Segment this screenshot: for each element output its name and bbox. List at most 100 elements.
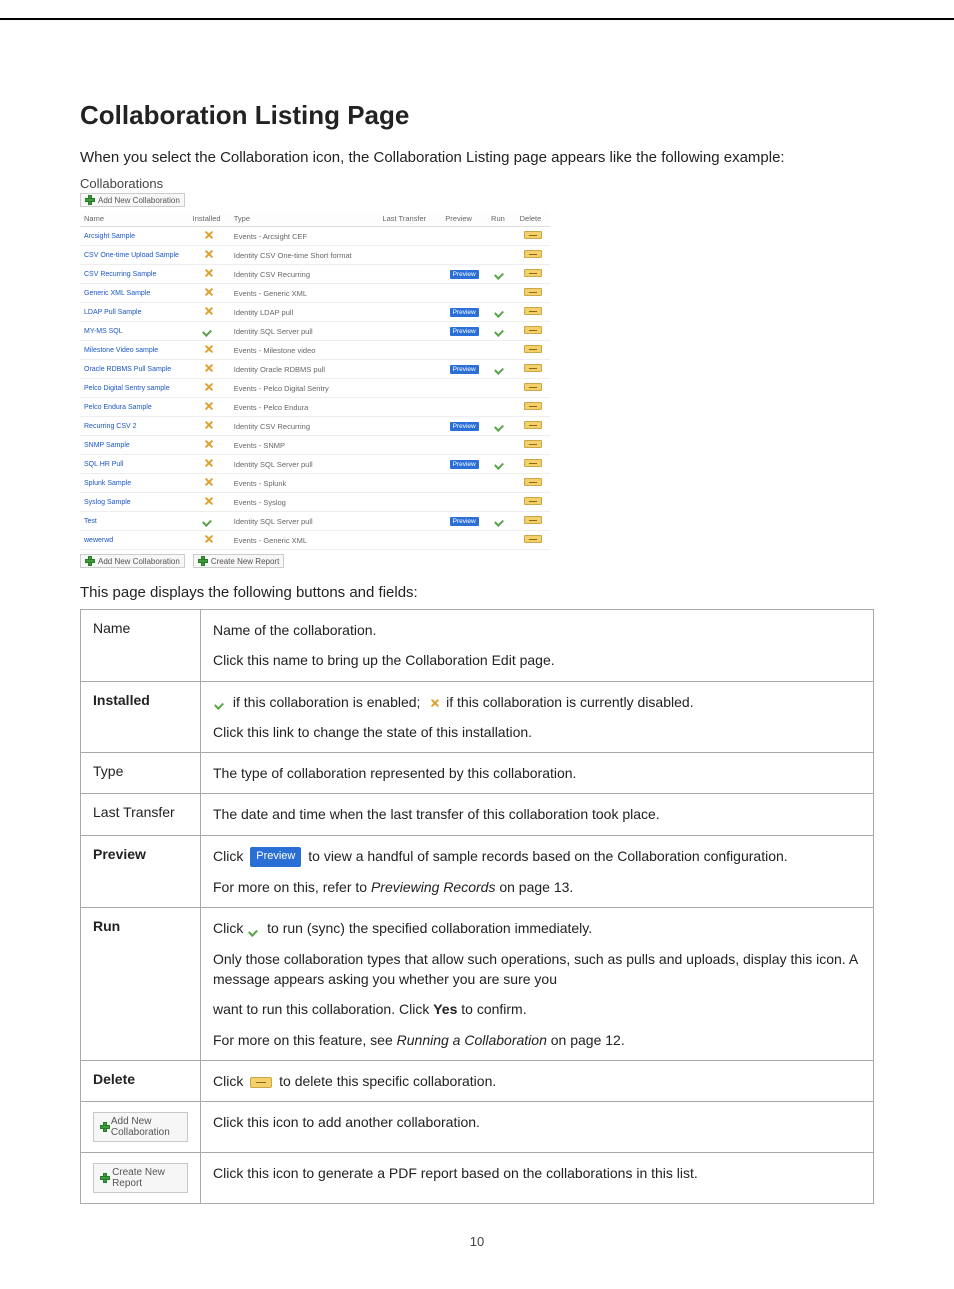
table-row: Milestone Video sampleEvents - Milestone…	[80, 341, 550, 360]
collab-name-link[interactable]: Pelco Endura Sample	[80, 398, 189, 417]
collab-name-link[interactable]: SNMP Sample	[80, 436, 189, 455]
delete-button[interactable]	[524, 459, 542, 467]
x-icon[interactable]	[204, 534, 214, 544]
collab-type: Events - Generic XML	[230, 284, 379, 303]
preview-button[interactable]: Preview	[450, 517, 479, 526]
label-name: Name	[81, 610, 201, 682]
collab-name-link[interactable]: CSV Recurring Sample	[80, 265, 189, 284]
run-icon[interactable]	[495, 458, 507, 468]
preview-button[interactable]: Preview	[450, 327, 479, 336]
x-icon[interactable]	[204, 401, 214, 411]
table-row: LDAP Pull SampleIdentity LDAP pullPrevie…	[80, 303, 550, 322]
collab-name-link[interactable]: Test	[80, 512, 189, 531]
collab-name-link[interactable]: Arcsight Sample	[80, 227, 189, 246]
check-icon[interactable]	[203, 515, 215, 525]
x-icon[interactable]	[204, 363, 214, 373]
delete-button[interactable]	[524, 345, 542, 353]
delete-button[interactable]	[524, 269, 542, 277]
preview-button[interactable]: Preview	[450, 460, 479, 469]
collaborations-table: Name Installed Type Last Transfer Previe…	[80, 211, 550, 550]
collab-name-link[interactable]: CSV One-time Upload Sample	[80, 246, 189, 265]
preview-button-inline[interactable]: Preview	[250, 847, 301, 867]
delete-button[interactable]	[524, 421, 542, 429]
add-new-collaboration-button-top[interactable]: Add New Collaboration	[80, 193, 185, 207]
preview-button[interactable]: Preview	[450, 308, 479, 317]
collab-type: Identity CSV Recurring	[230, 417, 379, 436]
col-preview: Preview	[441, 211, 487, 227]
run-icon[interactable]	[495, 363, 507, 373]
table-row: Pelco Endura Sample Events - Pelco Endura	[80, 398, 550, 417]
preview-button[interactable]: Preview	[450, 365, 479, 374]
delete-button[interactable]	[524, 497, 542, 505]
x-icon[interactable]	[204, 249, 214, 259]
collab-name-link[interactable]: Syslog Sample	[80, 493, 189, 512]
delete-button[interactable]	[524, 478, 542, 486]
run-icon[interactable]	[495, 325, 507, 335]
check-icon[interactable]	[203, 325, 215, 335]
x-icon[interactable]	[204, 344, 214, 354]
delete-button[interactable]	[524, 231, 542, 239]
collab-name-link[interactable]: Splunk Sample	[80, 474, 189, 493]
preview-button[interactable]: Preview	[450, 270, 479, 279]
label-delete: Delete	[81, 1060, 201, 1101]
delete-button[interactable]	[524, 326, 542, 334]
x-icon[interactable]	[204, 477, 214, 487]
col-type: Type	[230, 211, 379, 227]
create-new-report-button-cell[interactable]: Create New Report	[93, 1163, 188, 1193]
x-icon[interactable]	[204, 439, 214, 449]
page-number: 10	[80, 1234, 874, 1249]
col-installed: Installed	[189, 211, 230, 227]
table-row: MY-MS SQLIdentity SQL Server pullPreview	[80, 322, 550, 341]
run-icon[interactable]	[495, 515, 507, 525]
x-icon[interactable]	[204, 230, 214, 240]
preview-button[interactable]: Preview	[450, 422, 479, 431]
col-run: Run	[487, 211, 516, 227]
x-icon[interactable]	[204, 458, 214, 468]
delete-button[interactable]	[524, 288, 542, 296]
delete-button[interactable]	[524, 250, 542, 258]
run-icon[interactable]	[495, 268, 507, 278]
x-icon[interactable]	[204, 420, 214, 430]
check-icon	[249, 925, 261, 935]
plus-icon	[85, 556, 95, 566]
x-icon[interactable]	[204, 268, 214, 278]
collab-name-link[interactable]: Milestone Video sample	[80, 341, 189, 360]
collab-name-link[interactable]: Recurring CSV 2	[80, 417, 189, 436]
delete-button[interactable]	[524, 440, 542, 448]
create-new-report-button[interactable]: Create New Report	[193, 554, 284, 568]
collab-name-link[interactable]: SQL HR Pull	[80, 455, 189, 474]
delete-button[interactable]	[524, 383, 542, 391]
x-icon[interactable]	[204, 287, 214, 297]
row-create-report: Create New Report Click this icon to gen…	[81, 1153, 874, 1204]
collab-type: Events - Pelco Endura	[230, 398, 379, 417]
collab-name-link[interactable]: LDAP Pull Sample	[80, 303, 189, 322]
x-icon[interactable]	[204, 306, 214, 316]
label-last-transfer: Last Transfer	[81, 794, 201, 835]
add-new-collaboration-button-cell[interactable]: Add New Collaboration	[93, 1112, 188, 1142]
add-label: Add New Collaboration	[98, 196, 180, 205]
collab-type: Events - SNMP	[230, 436, 379, 455]
delete-button[interactable]	[524, 364, 542, 372]
run-icon[interactable]	[495, 420, 507, 430]
x-icon[interactable]	[204, 496, 214, 506]
collab-name-link[interactable]: Generic XML Sample	[80, 284, 189, 303]
x-icon[interactable]	[204, 382, 214, 392]
collab-name-link[interactable]: Oracle RDBMS Pull Sample	[80, 360, 189, 379]
col-delete: Delete	[516, 211, 550, 227]
plus-icon	[85, 195, 95, 205]
collab-name-link[interactable]: MY-MS SQL	[80, 322, 189, 341]
collab-type: Events - Syslog	[230, 493, 379, 512]
delete-button[interactable]	[524, 402, 542, 410]
label-installed: Installed	[81, 681, 201, 753]
collab-name-link[interactable]: Pelco Digital Sentry sample	[80, 379, 189, 398]
run-icon[interactable]	[495, 306, 507, 316]
fields-intro: This page displays the following buttons…	[80, 584, 874, 601]
table-row: Syslog Sample Events - Syslog	[80, 493, 550, 512]
delete-button[interactable]	[524, 307, 542, 315]
delete-button-inline[interactable]	[250, 1077, 272, 1088]
add-new-collaboration-button-bottom[interactable]: Add New Collaboration	[80, 554, 185, 568]
page-title: Collaboration Listing Page	[80, 100, 874, 131]
collab-name-link[interactable]: wewerwd	[80, 531, 189, 550]
delete-button[interactable]	[524, 535, 542, 543]
delete-button[interactable]	[524, 516, 542, 524]
